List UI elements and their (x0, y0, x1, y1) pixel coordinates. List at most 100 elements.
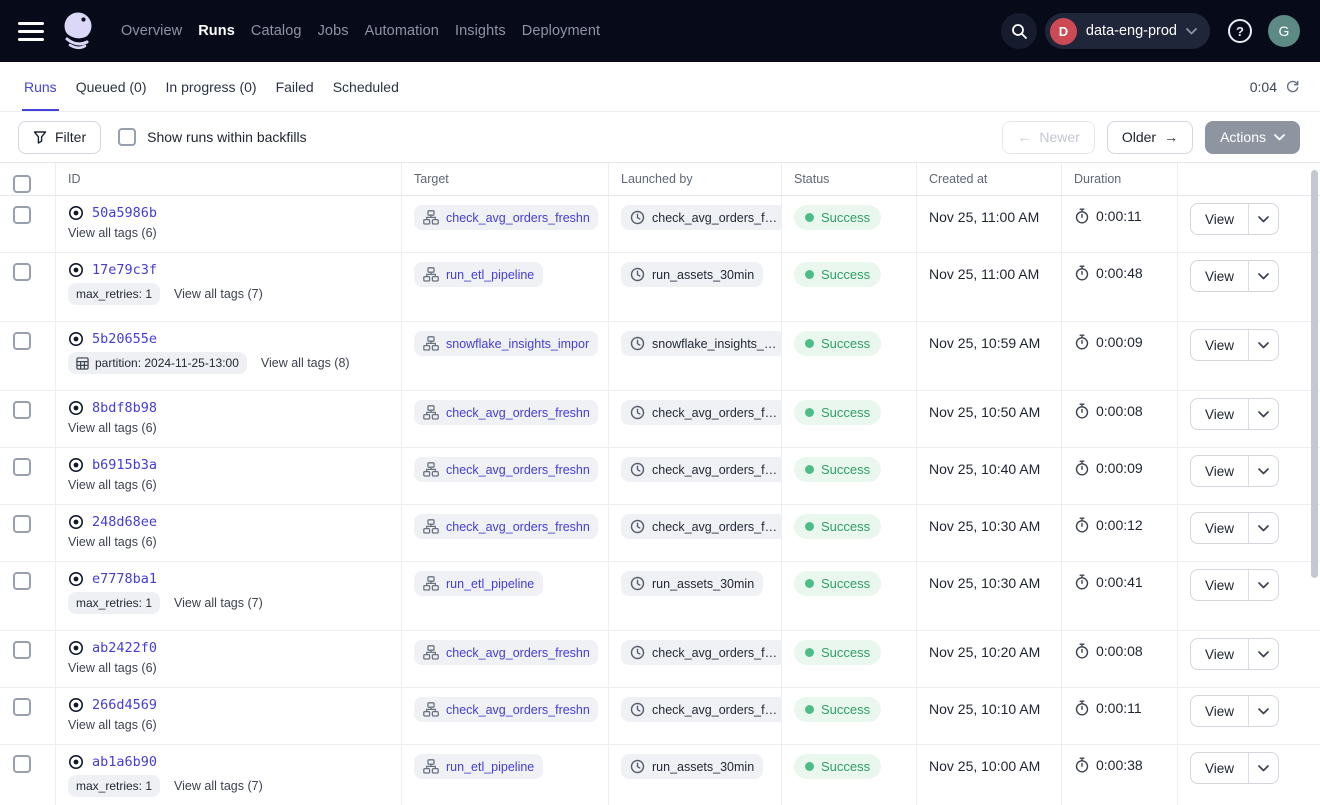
select-run-checkbox[interactable] (13, 755, 31, 773)
show-backfills-checkbox[interactable] (118, 128, 136, 146)
tab-in-progress[interactable]: In progress (0) (164, 62, 259, 111)
run-tag[interactable]: partition: 2024-11-25-13:00 (68, 352, 247, 374)
view-button[interactable]: View (1191, 513, 1249, 543)
run-id-link[interactable]: 50a5986b (92, 205, 157, 221)
run-tag[interactable]: max_retries: 1 (68, 592, 160, 614)
view-dropdown-button[interactable] (1249, 639, 1278, 669)
launched-by-tag[interactable]: check_avg_orders_f… (621, 400, 782, 425)
refresh-icon[interactable] (1285, 79, 1300, 94)
tab-queued[interactable]: Queued (0) (74, 62, 149, 111)
target-link[interactable]: run_etl_pipeline (414, 754, 543, 779)
select-run-checkbox[interactable] (13, 401, 31, 419)
run-id-link[interactable]: 248d68ee (92, 514, 157, 530)
status-badge[interactable]: Success (794, 400, 881, 425)
view-button[interactable]: View (1191, 261, 1249, 291)
view-all-tags-link[interactable]: View all tags (6) (68, 421, 157, 435)
view-button[interactable]: View (1191, 330, 1249, 360)
tab-failed[interactable]: Failed (274, 62, 316, 111)
view-all-tags-link[interactable]: View all tags (6) (68, 718, 157, 732)
target-link[interactable]: check_avg_orders_freshness (414, 514, 598, 539)
target-link[interactable]: check_avg_orders_freshness (414, 457, 598, 482)
view-dropdown-button[interactable] (1249, 696, 1278, 726)
dagster-logo-icon[interactable] (58, 10, 98, 52)
avatar[interactable]: G (1268, 15, 1300, 47)
select-run-checkbox[interactable] (13, 332, 31, 350)
target-link[interactable]: run_etl_pipeline (414, 571, 543, 596)
run-id-link[interactable]: 17e79c3f (92, 262, 157, 278)
select-run-checkbox[interactable] (13, 458, 31, 476)
status-badge[interactable]: Success (794, 331, 881, 356)
filter-button[interactable]: Filter (18, 121, 101, 154)
view-dropdown-button[interactable] (1249, 456, 1278, 486)
view-button[interactable]: View (1191, 399, 1249, 429)
view-button[interactable]: View (1191, 753, 1249, 783)
view-button[interactable]: View (1191, 570, 1249, 600)
launched-by-tag[interactable]: check_avg_orders_f… (621, 205, 782, 230)
view-dropdown-button[interactable] (1249, 330, 1278, 360)
tab-runs[interactable]: Runs (22, 62, 59, 111)
status-badge[interactable]: Success (794, 457, 881, 482)
tab-scheduled[interactable]: Scheduled (331, 62, 401, 111)
status-badge[interactable]: Success (794, 514, 881, 539)
view-dropdown-button[interactable] (1249, 753, 1278, 783)
launched-by-tag[interactable]: snowflake_insights_… (621, 331, 782, 356)
actions-button[interactable]: Actions (1205, 121, 1300, 154)
select-run-checkbox[interactable] (13, 641, 31, 659)
target-link[interactable]: check_avg_orders_freshness (414, 697, 598, 722)
launched-by-tag[interactable]: run_assets_30min (621, 262, 763, 287)
launched-by-tag[interactable]: check_avg_orders_f… (621, 457, 782, 482)
view-all-tags-link[interactable]: View all tags (6) (68, 661, 157, 675)
launched-by-tag[interactable]: check_avg_orders_f… (621, 514, 782, 539)
view-dropdown-button[interactable] (1249, 513, 1278, 543)
launched-by-tag[interactable]: check_avg_orders_f… (621, 697, 782, 722)
nav-item-catalog[interactable]: Catalog (251, 23, 302, 39)
view-all-tags-link[interactable]: View all tags (6) (68, 535, 157, 549)
view-dropdown-button[interactable] (1249, 399, 1278, 429)
view-all-tags-link[interactable]: View all tags (6) (68, 226, 157, 240)
status-badge[interactable]: Success (794, 571, 881, 596)
run-id-link[interactable]: ab1a6b90 (92, 754, 157, 770)
status-badge[interactable]: Success (794, 205, 881, 230)
hamburger-menu-icon[interactable] (18, 22, 44, 41)
select-run-checkbox[interactable] (13, 206, 31, 224)
status-badge[interactable]: Success (794, 640, 881, 665)
status-badge[interactable]: Success (794, 262, 881, 287)
view-all-tags-link[interactable]: View all tags (7) (174, 779, 263, 793)
nav-item-runs[interactable]: Runs (198, 23, 235, 39)
run-id-link[interactable]: ab2422f0 (92, 640, 157, 656)
select-all-checkbox[interactable] (13, 175, 31, 193)
select-run-checkbox[interactable] (13, 515, 31, 533)
nav-item-jobs[interactable]: Jobs (318, 23, 349, 39)
older-button[interactable]: Older → (1107, 121, 1193, 154)
nav-item-automation[interactable]: Automation (365, 23, 439, 39)
run-id-link[interactable]: b6915b3a (92, 457, 157, 473)
view-button[interactable]: View (1191, 204, 1249, 234)
run-id-link[interactable]: 5b20655e (92, 331, 157, 347)
view-all-tags-link[interactable]: View all tags (7) (174, 596, 263, 610)
target-link[interactable]: check_avg_orders_freshness (414, 640, 598, 665)
target-link[interactable]: snowflake_insights_import (414, 331, 598, 356)
select-run-checkbox[interactable] (13, 572, 31, 590)
select-run-checkbox[interactable] (13, 263, 31, 281)
target-link[interactable]: run_etl_pipeline (414, 262, 543, 287)
target-link[interactable]: check_avg_orders_freshness (414, 205, 598, 230)
run-tag[interactable]: max_retries: 1 (68, 283, 160, 305)
launched-by-tag[interactable]: run_assets_30min (621, 754, 763, 779)
view-dropdown-button[interactable] (1249, 261, 1278, 291)
target-link[interactable]: check_avg_orders_freshness (414, 400, 598, 425)
status-badge[interactable]: Success (794, 754, 881, 779)
search-button[interactable] (1001, 13, 1037, 49)
nav-item-insights[interactable]: Insights (455, 23, 506, 39)
newer-button[interactable]: ← Newer (1002, 121, 1094, 154)
run-id-link[interactable]: 266d4569 (92, 697, 157, 713)
view-all-tags-link[interactable]: View all tags (6) (68, 478, 157, 492)
help-button[interactable]: ? (1228, 19, 1252, 43)
deployment-switcher[interactable]: D data-eng-prod (1045, 13, 1210, 49)
view-dropdown-button[interactable] (1249, 204, 1278, 234)
nav-item-deployment[interactable]: Deployment (522, 23, 600, 39)
view-all-tags-link[interactable]: View all tags (8) (261, 356, 350, 370)
view-dropdown-button[interactable] (1249, 570, 1278, 600)
launched-by-tag[interactable]: run_assets_30min (621, 571, 763, 596)
run-tag[interactable]: max_retries: 1 (68, 775, 160, 797)
select-run-checkbox[interactable] (13, 698, 31, 716)
